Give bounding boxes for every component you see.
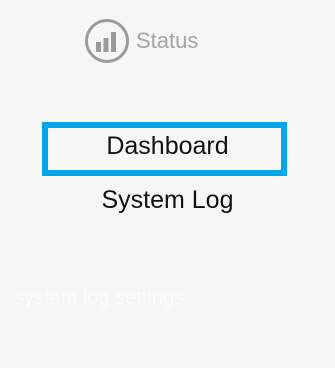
nav-item-system-log[interactable]: System Log (0, 188, 335, 213)
status-navigation: Dashboard System Log (0, 0, 335, 260)
background-hint-text: system log settings. (14, 287, 190, 309)
dashboard-focus-outline (42, 122, 287, 176)
